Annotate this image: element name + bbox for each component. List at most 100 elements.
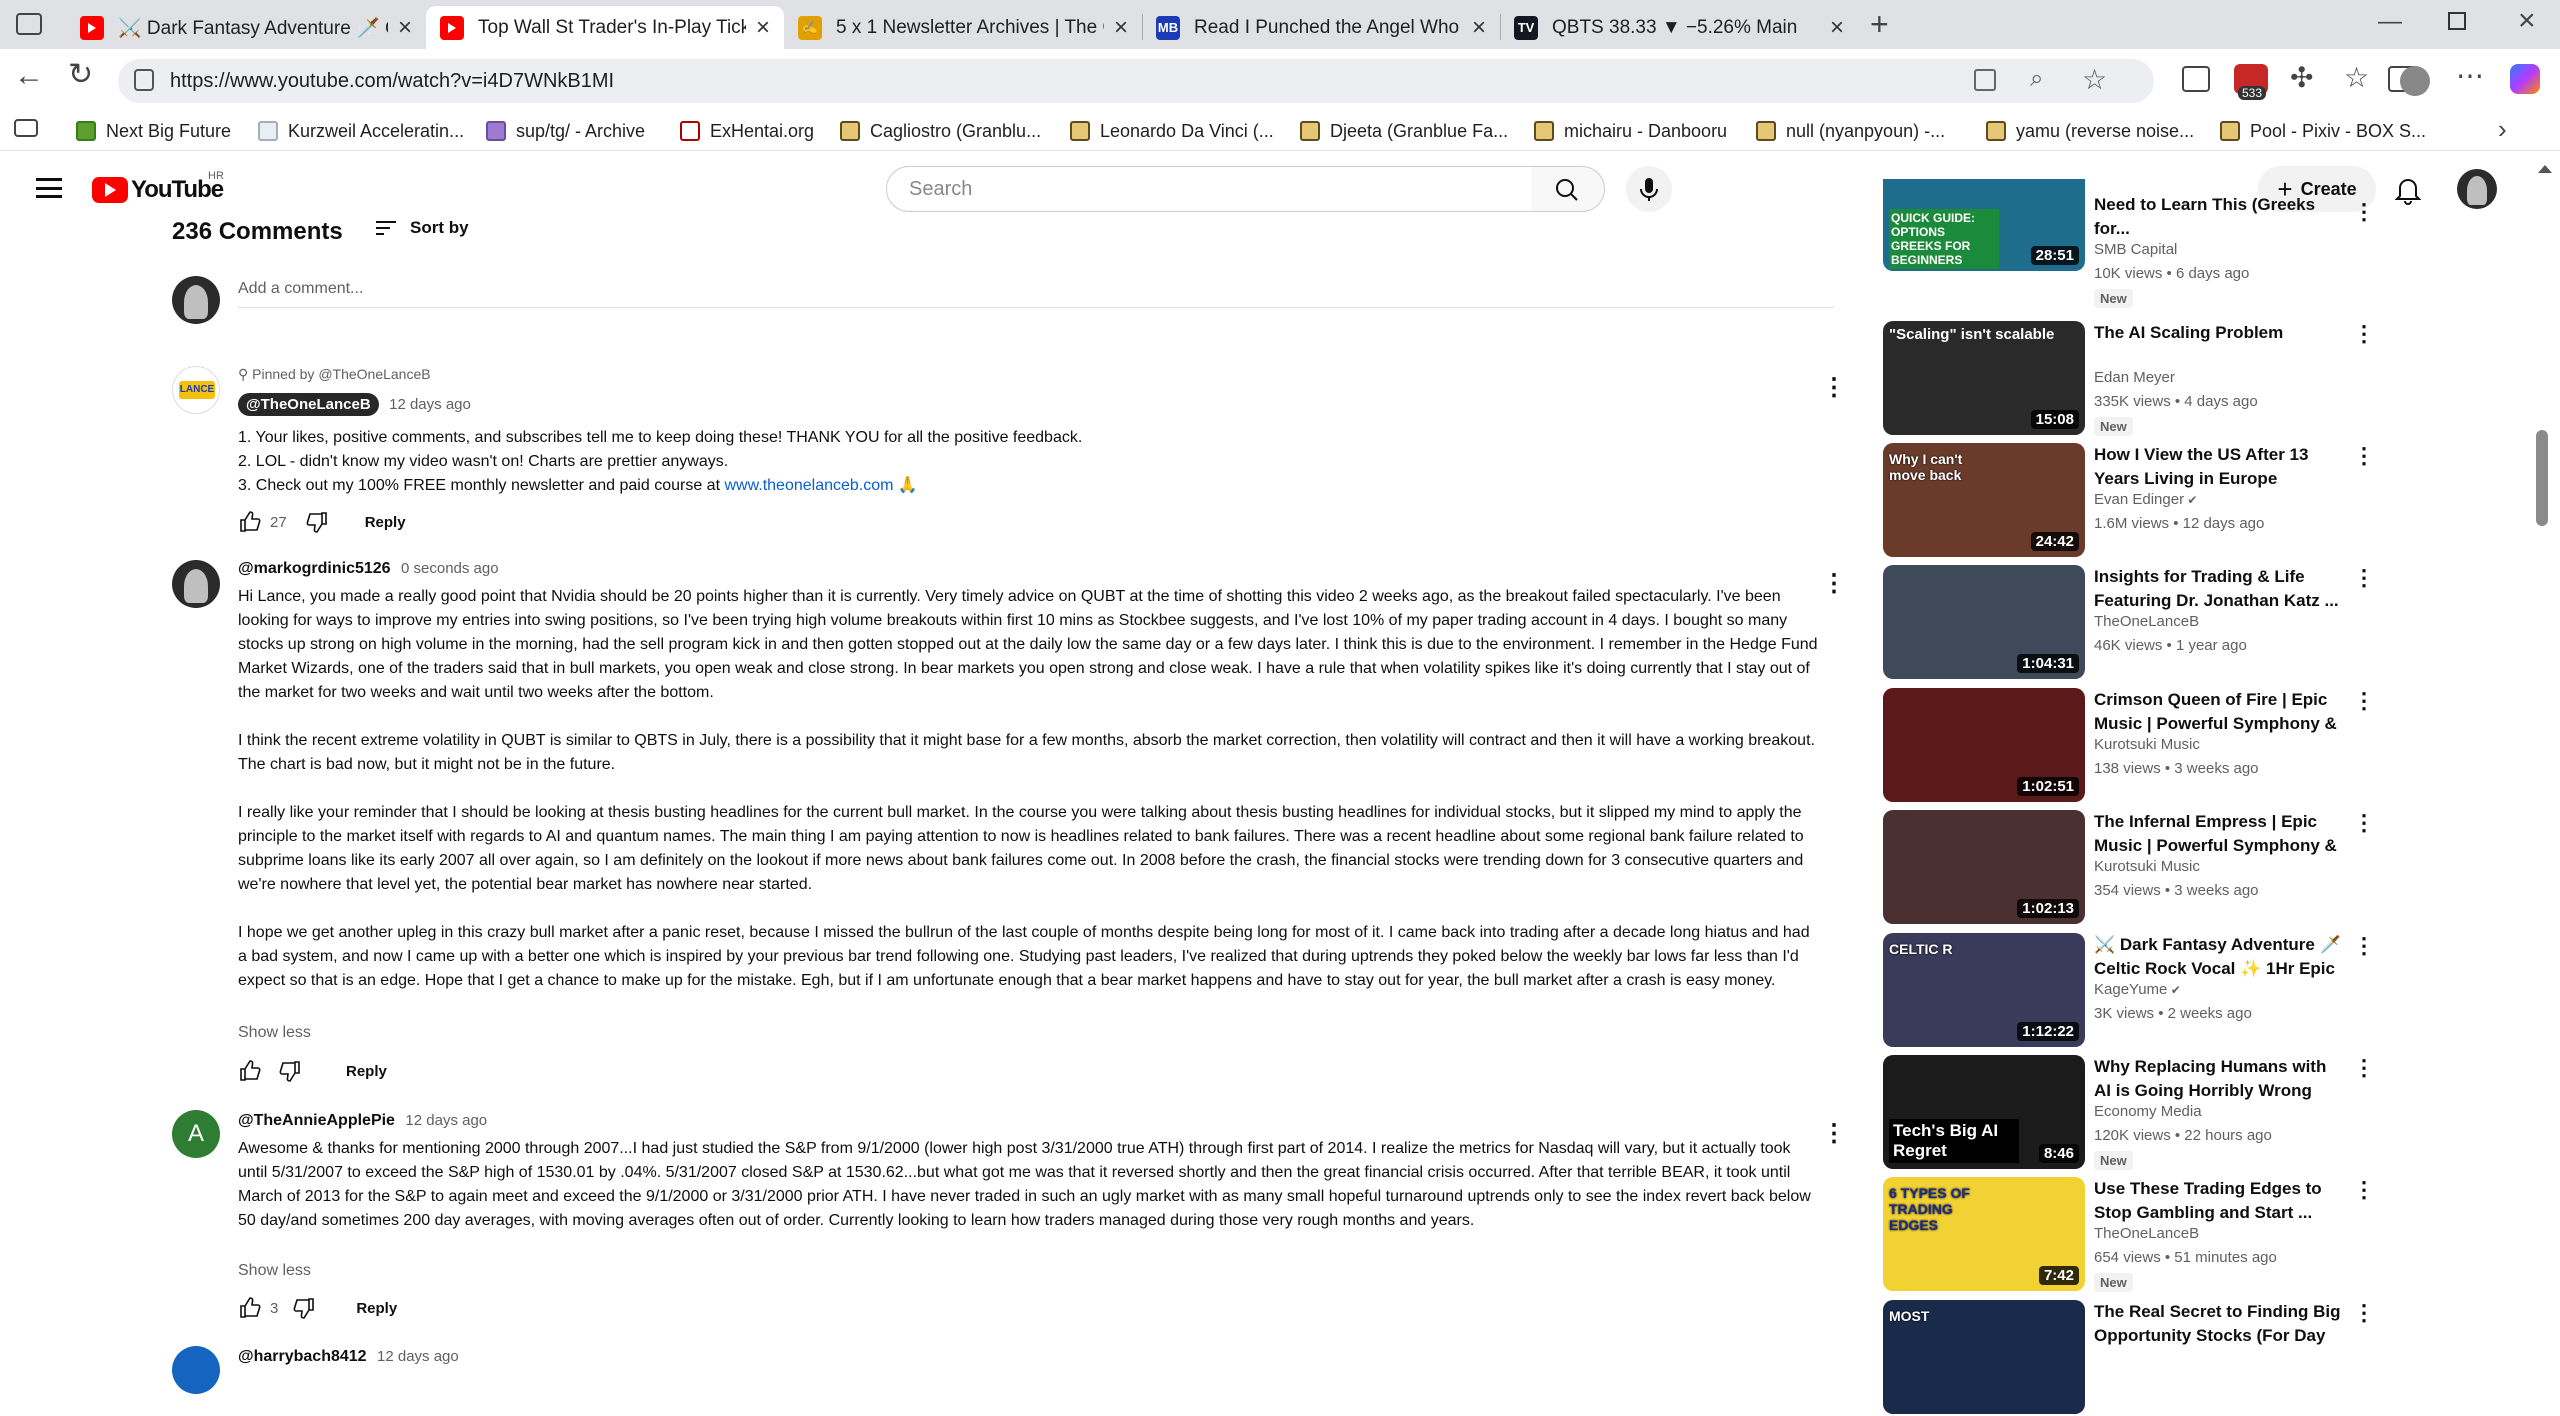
tab-0[interactable]: ⚔️ Dark Fantasy Adventure 🗡️ C × [66, 6, 426, 49]
close-icon[interactable]: × [398, 14, 412, 42]
youtube-logo[interactable]: YouTube [92, 176, 224, 204]
bookmark-item[interactable]: Kurzweil Acceleratin... [258, 118, 464, 144]
dislike-icon[interactable] [278, 1059, 302, 1083]
bookmark-item[interactable]: ExHentai.org [680, 118, 814, 144]
close-icon[interactable]: × [1472, 14, 1486, 42]
comment-author-badge[interactable]: @TheOneLanceB [238, 393, 379, 416]
video-thumbnail[interactable]: CELTIC R 1:12:22 [1883, 933, 2085, 1047]
video-channel[interactable]: Economy Media [2094, 1103, 2202, 1120]
video-channel[interactable]: TheOneLanceB [2094, 613, 2199, 630]
bookmark-item[interactable]: null (nyanpyoun) -... [1756, 118, 1945, 144]
tab-actions-icon[interactable] [16, 13, 42, 35]
comment-time[interactable]: 12 days ago [377, 1348, 459, 1365]
app-icon[interactable] [1974, 69, 1996, 91]
tab-4[interactable]: TV QBTS 38.33 ▼ −5.26% Main × [1500, 6, 1858, 49]
video-menu-icon[interactable]: ⋮ [2353, 201, 2375, 223]
chevron-right-icon[interactable]: › [2498, 116, 2507, 142]
video-channel[interactable]: Evan Edinger ✔ [2094, 491, 2197, 508]
comment-author[interactable]: @markogrdinic5126 [238, 560, 391, 577]
related-video-item[interactable]: 6 TYPES OF TRADING EDGES 7:42 Use These Tr… [1883, 1177, 2393, 1293]
video-menu-icon[interactable]: ⋮ [2353, 812, 2375, 834]
video-title[interactable]: ⚔️ Dark Fantasy Adventure 🗡️ Celtic Rock… [2094, 933, 2344, 981]
video-thumbnail[interactable]: "Scaling" isn't scalable 15:08 [1883, 321, 2085, 435]
video-channel[interactable]: Edan Meyer [2094, 369, 2175, 386]
add-comment-input[interactable]: Add a comment... [238, 280, 1834, 308]
video-title[interactable]: The AI Scaling Problem [2094, 321, 2344, 345]
address-bar[interactable]: https://www.youtube.com/watch?v=i4D7WNkB… [118, 59, 2154, 103]
tab-2[interactable]: ✍ 5 x 1 Newsletter Archives | The Or × [784, 6, 1142, 49]
video-channel[interactable]: KageYume ✔ [2094, 981, 2181, 998]
restore-icon[interactable] [2448, 12, 2466, 30]
site-info-icon[interactable] [134, 69, 154, 91]
search-button[interactable] [1531, 166, 1605, 212]
scrollbar-thumb[interactable] [2536, 430, 2548, 526]
video-menu-icon[interactable]: ⋮ [2353, 935, 2375, 957]
video-title[interactable]: Insights for Trading & Life Featuring Dr… [2094, 565, 2344, 613]
related-video-item[interactable]: MOST The Real Secret to Finding Big Oppor… [1883, 1300, 2393, 1416]
show-less-button[interactable]: Show less [238, 1024, 311, 1042]
video-thumbnail[interactable]: Tech's Big AI Regret 8:46 [1883, 1055, 2085, 1169]
refresh-icon[interactable]: ↻ [68, 60, 93, 90]
reply-button[interactable]: Reply [346, 1063, 387, 1080]
minimize-icon[interactable]: — [2378, 10, 2402, 34]
video-channel[interactable]: Kurotsuki Music [2094, 858, 2200, 875]
bookmark-item[interactable]: Next Big Future [76, 118, 231, 144]
video-menu-icon[interactable]: ⋮ [2353, 1302, 2375, 1324]
related-video-item[interactable]: 1:04:31 Insights for Trading & Life Featu… [1883, 565, 2393, 681]
hamburger-menu-icon[interactable] [36, 178, 62, 198]
video-thumbnail[interactable]: 1:02:51 [1883, 688, 2085, 802]
bookmark-item[interactable]: Djeeta (Granblue Fa... [1300, 118, 1508, 144]
scrollbar[interactable] [2530, 151, 2560, 1368]
video-menu-icon[interactable]: ⋮ [2353, 567, 2375, 589]
extension-1-icon[interactable] [2182, 66, 2210, 92]
related-video-item[interactable]: 1:02:51 Crimson Queen of Fire | Epic Musi… [1883, 688, 2393, 804]
video-title[interactable]: The Real Secret to Finding Big Opportuni… [2094, 1300, 2344, 1348]
bookmark-item[interactable]: yamu (reverse noise... [1986, 118, 2194, 144]
like-icon[interactable] [238, 510, 262, 534]
video-thumbnail[interactable]: Why I can't move back 24:42 [1883, 443, 2085, 557]
close-icon[interactable]: × [1830, 14, 1844, 42]
related-video-item[interactable]: Tech's Big AI Regret 8:46 Why Replacing Hu… [1883, 1055, 2393, 1171]
video-title[interactable]: Crimson Queen of Fire | Epic Music | Pow… [2094, 688, 2344, 736]
show-less-button[interactable]: Show less [238, 1262, 311, 1280]
comment-time[interactable]: 0 seconds ago [401, 560, 499, 577]
bookmark-menu-icon[interactable] [14, 119, 38, 137]
video-menu-icon[interactable]: ⋮ [2353, 323, 2375, 345]
comment-time[interactable]: 12 days ago [389, 396, 471, 413]
related-video-item[interactable]: 1:02:13 The Infernal Empress | Epic Music… [1883, 810, 2393, 926]
bookmark-item[interactable]: Pool - Pixiv - BOX S... [2220, 118, 2426, 144]
video-menu-icon[interactable]: ⋮ [2353, 690, 2375, 712]
video-title[interactable]: Use These Trading Edges to Stop Gambling… [2094, 1177, 2344, 1225]
video-menu-icon[interactable]: ⋮ [2353, 1179, 2375, 1201]
back-icon[interactable]: ← [14, 61, 44, 91]
reply-button[interactable]: Reply [356, 1300, 397, 1317]
video-menu-icon[interactable]: ⋮ [2353, 445, 2375, 467]
related-video-item[interactable]: Why I can't move back 24:42 How I View the… [1883, 443, 2393, 559]
favorites-icon[interactable]: ☆ [2344, 64, 2369, 92]
comment-author[interactable]: @harrybach8412 [238, 1348, 367, 1365]
zoom-icon[interactable]: ⌕ [2030, 65, 2043, 93]
dislike-icon[interactable] [305, 510, 329, 534]
related-video-item[interactable]: QUICK GUIDE: OPTIONS GREEKS FOR BEGINNER… [1883, 179, 2393, 315]
video-title[interactable]: The Infernal Empress | Epic Music | Powe… [2094, 810, 2344, 858]
voice-search-button[interactable] [1626, 166, 1672, 212]
close-icon[interactable]: × [756, 14, 770, 42]
more-menu-icon[interactable]: ⋯ [2456, 62, 2484, 90]
video-thumbnail[interactable]: QUICK GUIDE: OPTIONS GREEKS FOR BEGINNER… [1883, 179, 2085, 271]
video-title[interactable]: How I View the US After 13 Years Living … [2094, 443, 2344, 491]
copilot-icon[interactable] [2510, 64, 2540, 94]
tab-1[interactable]: Top Wall St Trader's In-Play Ticker × [426, 6, 784, 49]
commenter-avatar[interactable] [172, 560, 220, 608]
bookmark-item[interactable]: sup/tg/ - Archive [486, 118, 645, 144]
favorite-star-icon[interactable]: ☆ [2082, 63, 2107, 96]
video-thumbnail[interactable]: 6 TYPES OF TRADING EDGES 7:42 [1883, 1177, 2085, 1291]
video-channel[interactable]: TheOneLanceB [2094, 1225, 2199, 1242]
commenter-avatar[interactable]: LANCE [172, 366, 220, 414]
new-tab-icon[interactable]: + [1870, 8, 1889, 40]
video-menu-icon[interactable]: ⋮ [2353, 1057, 2375, 1079]
comment-author[interactable]: @TheAnnieApplePie [238, 1112, 395, 1129]
close-icon[interactable]: × [1114, 14, 1128, 42]
comment-time[interactable]: 12 days ago [405, 1112, 487, 1129]
commenter-avatar[interactable] [172, 1346, 220, 1394]
video-title[interactable]: Need to Learn This (Greeks for... [2094, 193, 2344, 241]
